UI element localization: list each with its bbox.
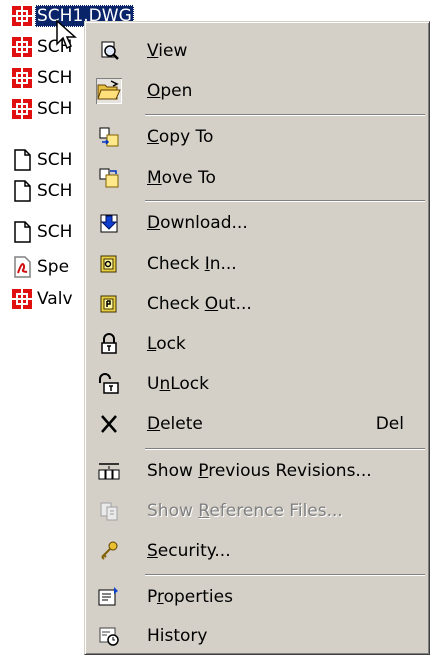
menu-item-copy-to[interactable]: Copy To [88, 119, 426, 155]
menu-item-mnemonic: L [147, 334, 157, 354]
menu-separator [145, 574, 425, 576]
view-icon [96, 38, 122, 64]
file-name: SCH [37, 180, 73, 201]
file-name: SCH [37, 149, 73, 170]
properties-icon [96, 584, 122, 610]
file-name: Valv [37, 288, 73, 309]
file-name: SCH [37, 98, 73, 119]
dwg-file-icon [12, 5, 32, 26]
download-icon [96, 210, 122, 236]
revisions-icon [96, 458, 122, 484]
open-folder-icon [96, 78, 122, 104]
check-in-icon [96, 251, 122, 277]
history-icon [96, 623, 122, 649]
reference-files-icon [96, 498, 122, 524]
pdf-file-icon [14, 255, 31, 278]
dwg-file-icon [12, 288, 32, 309]
menu-item-mnemonic: P [198, 461, 209, 481]
dwg-file-icon [12, 98, 32, 119]
menu-item-mnemonic: R [198, 501, 210, 521]
move-to-icon [96, 165, 122, 191]
menu-item-mnemonic: V [147, 41, 159, 61]
lock-icon [96, 331, 122, 357]
copy-to-icon [96, 124, 122, 150]
menu-item-history[interactable]: History [88, 618, 426, 654]
menu-item-label: History [147, 626, 208, 646]
menu-item-properties[interactable]: Properties [88, 579, 426, 615]
file-name: SCH [37, 221, 73, 242]
menu-item-open[interactable]: Open [88, 73, 426, 109]
menu-item-view[interactable]: View [88, 33, 426, 69]
menu-item-mnemonic: n [159, 374, 171, 394]
menu-item-check-out[interactable]: Check Out... [88, 286, 426, 322]
file-name: SCH [37, 67, 73, 88]
menu-separator [145, 114, 425, 116]
menu-item-mnemonic: M [147, 168, 162, 188]
blank-file-icon [14, 220, 31, 243]
menu-separator [145, 448, 425, 450]
blank-file-icon [14, 179, 31, 202]
menu-item-show-previous-revisions[interactable]: Show Previous Revisions... [88, 453, 426, 489]
check-out-icon [96, 291, 122, 317]
menu-item-mnemonic: S [147, 541, 158, 561]
menu-item-move-to[interactable]: Move To [88, 160, 426, 196]
menu-item-shortcut: Del [375, 414, 404, 434]
key-icon [96, 538, 122, 564]
unlock-icon [96, 371, 122, 397]
menu-item-delete[interactable]: Delete Del [88, 406, 426, 442]
delete-icon [96, 411, 122, 437]
dwg-file-icon [12, 36, 32, 57]
menu-item-show-reference-files[interactable]: Show Reference Files... [88, 493, 426, 529]
menu-item-mnemonic: D [147, 414, 161, 434]
dwg-file-icon [12, 67, 32, 88]
blank-file-icon [14, 148, 31, 171]
menu-item-security[interactable]: Security... [88, 533, 426, 569]
file-name: Spe [37, 256, 70, 277]
mouse-cursor-icon [56, 20, 77, 50]
menu-item-unlock[interactable]: UnLock [88, 366, 426, 402]
menu-separator [145, 200, 425, 202]
menu-item-mnemonic: C [147, 127, 159, 147]
context-menu: View Open Copy To Move To Download... Ch… [84, 21, 430, 655]
menu-item-lock[interactable]: Lock [88, 326, 426, 362]
menu-item-mnemonic: r [156, 587, 164, 607]
menu-item-mnemonic: O [147, 81, 161, 101]
menu-item-mnemonic: O [204, 294, 219, 314]
menu-item-download[interactable]: Download... [88, 205, 426, 241]
menu-item-mnemonic: D [147, 213, 161, 233]
menu-item-check-in[interactable]: Check In... [88, 246, 426, 282]
